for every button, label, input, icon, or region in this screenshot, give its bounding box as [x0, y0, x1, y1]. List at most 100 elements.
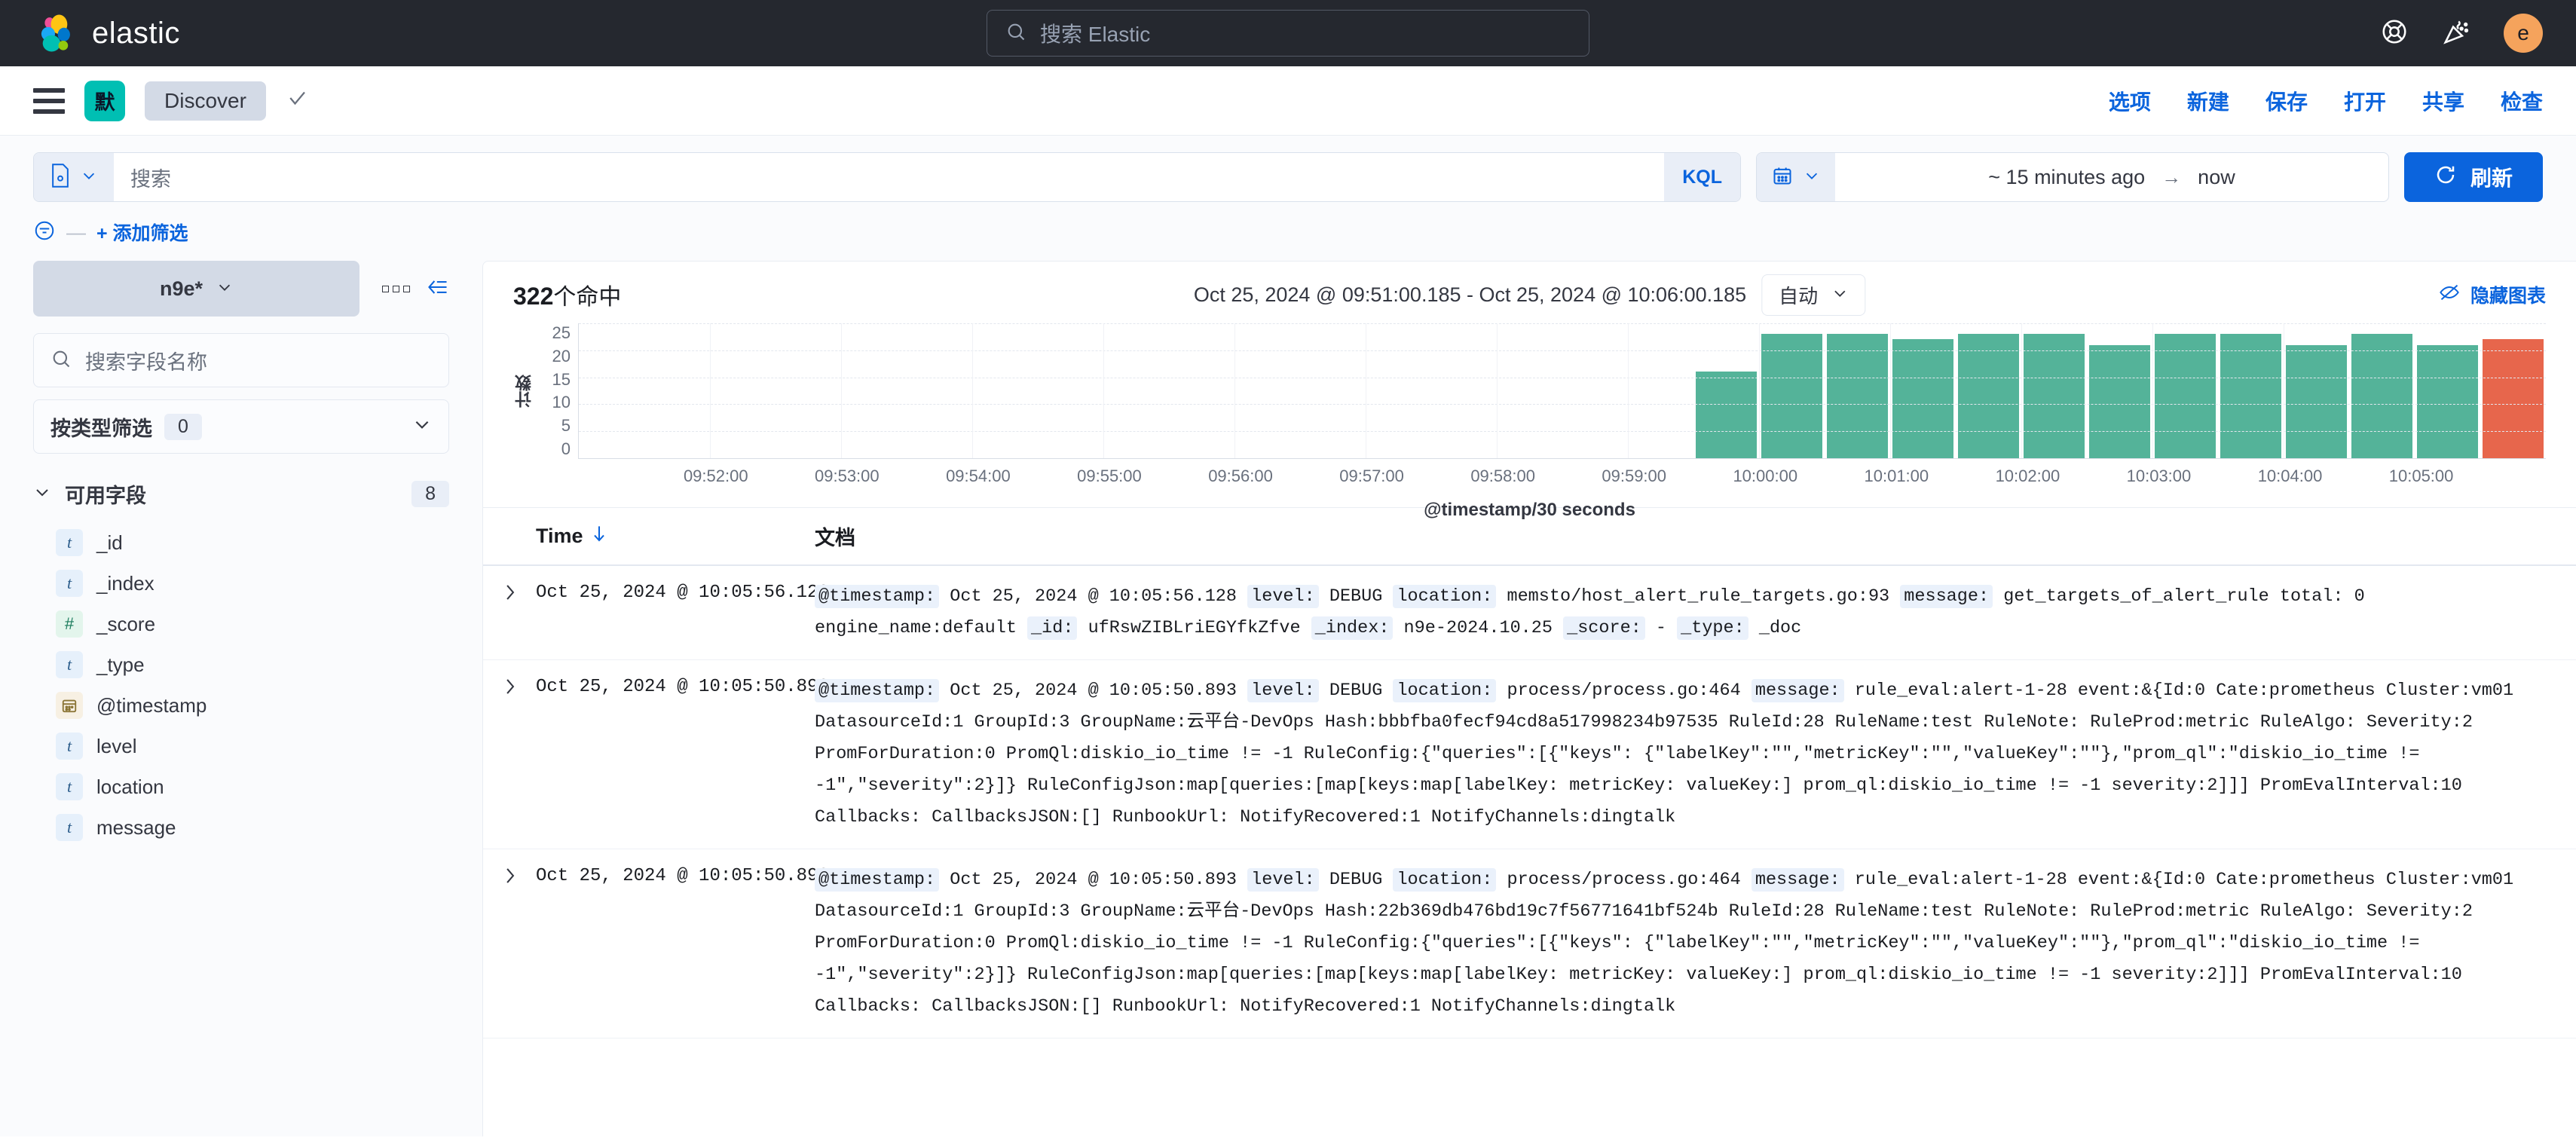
bar-slot[interactable]: [1431, 323, 1497, 458]
chevron-down-icon: [33, 483, 51, 505]
field-item-type[interactable]: t _type: [33, 644, 449, 685]
bar-slot[interactable]: [2480, 323, 2546, 458]
bar-slot[interactable]: [1497, 323, 1562, 458]
vertical-gridline: [1234, 323, 1235, 458]
plot[interactable]: [578, 323, 2546, 459]
bar-slot[interactable]: [1103, 323, 1169, 458]
check-icon[interactable]: [286, 87, 308, 115]
table-row[interactable]: Oct 25, 2024 @ 10:05:56.128 @timestamp: O…: [483, 566, 2576, 660]
histogram-bar[interactable]: [2154, 334, 2217, 458]
query-language-button[interactable]: KQL: [1664, 153, 1740, 201]
nav-link-save[interactable]: 保存: [2265, 86, 2308, 116]
bar-slot[interactable]: [2284, 323, 2349, 458]
chevron-down-icon: [81, 167, 97, 188]
histogram-bar[interactable]: [2351, 334, 2413, 458]
nav-link-share[interactable]: 共享: [2422, 86, 2464, 116]
date-quick-select-button[interactable]: [1756, 153, 1835, 201]
field-item-location[interactable]: t location: [33, 766, 449, 807]
date-from[interactable]: ~ 15 minutes ago: [1988, 166, 2145, 189]
nav-link-inspect[interactable]: 检查: [2501, 86, 2543, 116]
histogram-bar[interactable]: [2220, 334, 2282, 458]
breadcrumb[interactable]: Discover: [145, 81, 266, 121]
bar-slot[interactable]: [1038, 323, 1103, 458]
expand-row-icon[interactable]: [483, 675, 536, 834]
histogram-bar[interactable]: [1957, 334, 2020, 458]
date-to[interactable]: now: [2198, 166, 2235, 189]
bar-slot[interactable]: [841, 323, 907, 458]
histogram-bar[interactable]: [2416, 344, 2479, 458]
collapse-panel-icon[interactable]: [427, 277, 449, 301]
hamburger-menu-icon[interactable]: [33, 87, 65, 114]
bar-slot[interactable]: [2152, 323, 2218, 458]
histogram-bar[interactable]: [1826, 334, 1889, 458]
column-header-time[interactable]: Time: [483, 522, 815, 551]
bar-slot[interactable]: [972, 323, 1038, 458]
bar-slot[interactable]: [1366, 323, 1431, 458]
bar-slot[interactable]: [1169, 323, 1234, 458]
bar-slot[interactable]: [2087, 323, 2152, 458]
bar-slot[interactable]: [776, 323, 841, 458]
global-search-input[interactable]: 搜索 Elastic: [987, 10, 1589, 57]
histogram-bar[interactable]: [1761, 334, 1823, 458]
field-item-message[interactable]: t message: [33, 807, 449, 848]
expand-row-icon[interactable]: [483, 864, 536, 1023]
field-item-id[interactable]: t _id: [33, 522, 449, 563]
avatar[interactable]: e: [2504, 14, 2543, 53]
bar-slot[interactable]: [1759, 323, 1825, 458]
field-item-score[interactable]: # _score: [33, 604, 449, 644]
field-item-index[interactable]: t _index: [33, 563, 449, 604]
brand-logo-group[interactable]: elastic: [33, 11, 180, 55]
histogram-bar[interactable]: [2023, 334, 2085, 458]
bar-slot[interactable]: [1234, 323, 1300, 458]
histogram-bar[interactable]: [1892, 339, 1954, 458]
bar-slot[interactable]: [1628, 323, 1693, 458]
field-item-timestamp[interactable]: @timestamp: [33, 685, 449, 726]
bar-slot[interactable]: [2415, 323, 2480, 458]
more-dots-icon[interactable]: [382, 285, 410, 292]
document-field-value: Oct 25, 2024 @ 10:05:56.128: [939, 586, 1248, 607]
dataset-selector-button[interactable]: [34, 153, 114, 201]
hide-chart-button[interactable]: 隐藏图表: [2439, 281, 2546, 308]
field-search-input[interactable]: 搜索字段名称: [33, 333, 449, 387]
nav-link-options[interactable]: 选项: [2109, 86, 2151, 116]
table-row[interactable]: Oct 25, 2024 @ 10:05:50.893 @timestamp: O…: [483, 849, 2576, 1038]
bar-slot[interactable]: [1890, 323, 1956, 458]
filter-by-type-button[interactable]: 按类型筛选 0: [33, 399, 449, 454]
bar-slot[interactable]: [1300, 323, 1366, 458]
bar-slot[interactable]: [2349, 323, 2415, 458]
histogram-bar[interactable]: [2088, 344, 2151, 458]
space-badge[interactable]: 默: [84, 80, 125, 121]
available-fields-header[interactable]: 可用字段 8: [33, 473, 449, 522]
histogram-bar[interactable]: [2482, 339, 2544, 458]
field-item-level[interactable]: t level: [33, 726, 449, 766]
nav-link-open[interactable]: 打开: [2344, 86, 2386, 116]
refresh-button[interactable]: 刷新: [2403, 152, 2543, 202]
histogram-bar[interactable]: [1695, 372, 1758, 458]
bar-slot[interactable]: [907, 323, 972, 458]
bar-slot[interactable]: [1956, 323, 2021, 458]
string-field-icon: t: [56, 733, 83, 760]
bar-slot[interactable]: [644, 323, 710, 458]
sort-desc-arrow-icon[interactable]: [591, 525, 607, 548]
bar-slot[interactable]: [2021, 323, 2087, 458]
table-row[interactable]: Oct 25, 2024 @ 10:05:50.893 @timestamp: O…: [483, 660, 2576, 849]
bar-slot[interactable]: [2218, 323, 2284, 458]
help-lifebuoy-icon[interactable]: [2380, 17, 2409, 50]
confetti-icon[interactable]: [2442, 17, 2470, 50]
filter-separator: —: [66, 220, 86, 243]
bar-slot[interactable]: [1562, 323, 1628, 458]
bar-slot[interactable]: [579, 323, 644, 458]
bar-slot[interactable]: [1693, 323, 1759, 458]
bar-slot[interactable]: [1825, 323, 1890, 458]
nav-link-new[interactable]: 新建: [2187, 86, 2229, 116]
filter-icon[interactable]: [33, 219, 56, 246]
add-filter-button[interactable]: + 添加筛选: [96, 219, 188, 246]
search-input[interactable]: 搜索: [114, 153, 1664, 201]
histogram-bar[interactable]: [2285, 344, 2348, 458]
index-pattern-selector[interactable]: n9e*: [33, 261, 359, 317]
x-axis-spacer: [578, 466, 650, 486]
column-header-document[interactable]: 文档: [815, 522, 855, 551]
expand-row-icon[interactable]: [483, 581, 536, 644]
bar-slot[interactable]: [710, 323, 776, 458]
interval-selector[interactable]: 自动: [1761, 274, 1866, 316]
